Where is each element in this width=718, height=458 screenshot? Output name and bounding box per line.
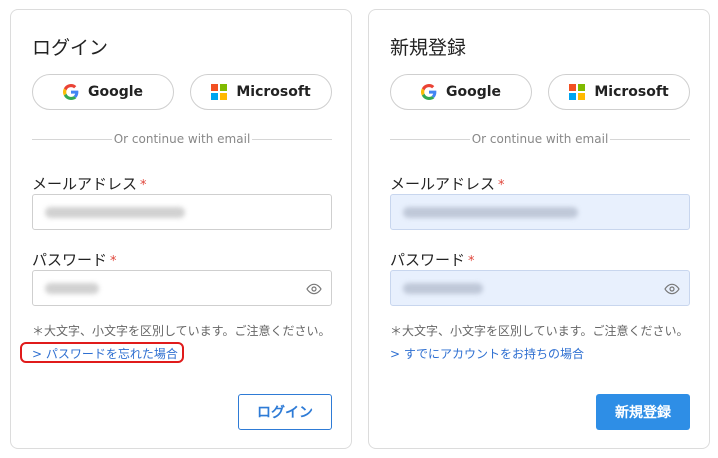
login-password-label: パスワード * [32,251,117,269]
login-email-field[interactable] [32,194,332,230]
signup-title: 新規登録 [390,37,467,59]
forgot-password-link[interactable]: > パスワードを忘れた場合 [32,345,178,362]
signup-card: 新規登録 Google Microsoft Or continue with e… [368,9,710,449]
login-password-field[interactable] [32,270,332,306]
obscured-password-value [45,283,99,294]
required-mark: * [110,254,117,269]
obscured-email-value [45,207,185,218]
required-mark: * [498,178,505,193]
login-microsoft-button[interactable]: Microsoft [190,74,332,110]
google-logo-icon [420,84,437,100]
google-label: Google [445,84,502,100]
case-sensitivity-note: ＊大文字、小文字を区別しています。ご注意ください。 [390,324,689,338]
existing-account-link[interactable]: > すでにアカウントをお持ちの場合 [390,345,584,362]
login-card: ログイン Google Microsoft Or continue with e… [10,9,352,449]
eye-icon[interactable] [664,281,680,297]
google-label: Google [87,84,144,100]
required-mark: * [468,254,475,269]
google-logo-icon [62,84,79,100]
microsoft-logo-icon [569,84,586,100]
login-social-buttons: Google Microsoft [32,74,332,110]
case-sensitivity-note: ＊大文字、小文字を区別しています。ご注意ください。 [32,324,331,338]
login-submit-button[interactable]: ログイン [238,394,332,430]
signup-password-label: パスワード * [390,251,475,269]
required-mark: * [140,178,147,193]
signup-email-label: メールアドレス * [390,175,505,193]
login-title: ログイン [32,37,109,59]
login-email-label: メールアドレス * [32,175,147,193]
signup-google-button[interactable]: Google [390,74,532,110]
login-google-button[interactable]: Google [32,74,174,110]
signup-social-buttons: Google Microsoft [390,74,690,110]
microsoft-label: Microsoft [594,84,669,100]
obscured-email-value [403,207,578,218]
eye-icon[interactable] [306,281,322,297]
signup-password-field[interactable] [390,270,690,306]
obscured-password-value [403,283,483,294]
signup-email-field[interactable] [390,194,690,230]
microsoft-logo-icon [211,84,228,100]
microsoft-label: Microsoft [236,84,311,100]
signup-divider: Or continue with email [390,132,690,146]
login-divider: Or continue with email [32,132,332,146]
signup-submit-button[interactable]: 新規登録 [596,394,690,430]
signup-microsoft-button[interactable]: Microsoft [548,74,690,110]
